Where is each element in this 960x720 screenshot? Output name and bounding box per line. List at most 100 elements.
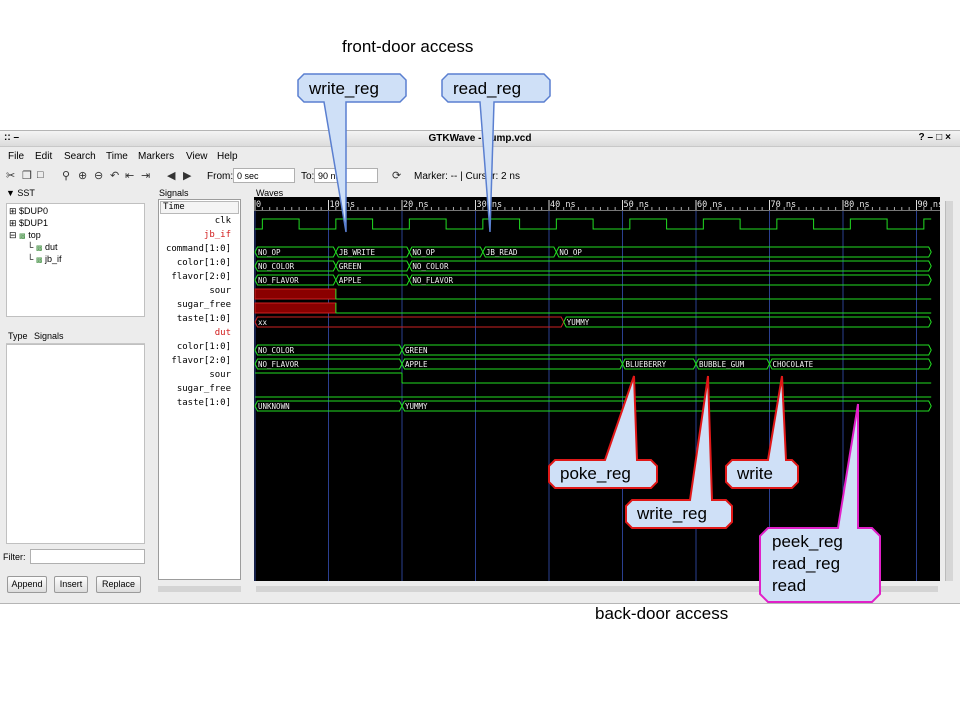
bus-value-label: JB_READ: [486, 248, 518, 257]
from-field[interactable]: [233, 168, 295, 183]
signals-header: Signals: [159, 188, 189, 198]
window-controls-icon[interactable]: ?–□×: [918, 132, 954, 143]
tree-item-dup0[interactable]: ⊞ $DUP0: [9, 206, 48, 217]
callout-label: peek_reg: [772, 532, 843, 551]
bus-value-label: APPLE: [405, 360, 428, 369]
paste-icon[interactable]: □: [37, 169, 44, 181]
page-left-icon[interactable]: ◀: [167, 169, 175, 182]
type-column-header[interactable]: Type: [8, 331, 28, 341]
tree-item-label: top: [28, 230, 41, 240]
time-ruler-label: 90 ns: [918, 200, 941, 210]
time-ruler-label: 50 ns: [624, 200, 650, 210]
signal-name[interactable]: taste[1:0]: [177, 398, 231, 409]
tree-item-label: $DUP1: [19, 218, 49, 228]
signal-name[interactable]: sour: [209, 370, 231, 381]
bus-value-label: NO_OP: [559, 248, 582, 257]
zoom-in-icon[interactable]: ⊕: [78, 169, 87, 182]
menu-help[interactable]: Help: [217, 151, 238, 162]
bit-segment-undefined: [254, 302, 337, 314]
bus-value-label: NO_COLOR: [412, 262, 449, 271]
bus-value-label: NO_COLOR: [258, 262, 295, 271]
bus-value-label: BUBBLE_GUM: [699, 360, 745, 369]
menu-markers[interactable]: Markers: [138, 151, 174, 162]
callout-label: read_reg: [453, 79, 522, 98]
type-signals-list[interactable]: [6, 344, 145, 544]
callout-label: write_reg: [637, 504, 707, 523]
sst-tree: ⊞ $DUP0 ⊞ $DUP1 ⊟ ▩ top └ ▩ dut └ ▩ jb_i…: [6, 203, 145, 317]
sst-header-label: SST: [17, 188, 35, 198]
signals-horizontal-scrollbar[interactable]: [158, 586, 241, 592]
tree-item-jb-if[interactable]: └ ▩ jb_if: [27, 254, 62, 264]
signal-group-jb-if[interactable]: jb_if: [204, 230, 231, 241]
time-ruler-label: 0: [256, 200, 261, 210]
menu-file[interactable]: File: [8, 151, 24, 162]
bus-value-label: NO_FLAVOR: [258, 276, 299, 285]
zoom-fit-icon[interactable]: ⚲: [62, 169, 70, 182]
bus-value-label: GREEN: [339, 262, 362, 271]
time-ruler-label: 70 ns: [771, 200, 797, 210]
undo-zoom-icon[interactable]: ↶: [110, 169, 119, 182]
page-right-icon[interactable]: ▶: [183, 169, 191, 182]
tree-item-dut[interactable]: └ ▩ dut: [27, 242, 58, 252]
bus-value-label: NO_FLAVOR: [258, 360, 299, 369]
time-row-label: Time: [160, 201, 239, 214]
callout-label: read: [772, 576, 807, 595]
bus-value-label: NO_COLOR: [258, 346, 295, 355]
bus-value-label: APPLE: [339, 276, 362, 285]
signal-name[interactable]: sour: [209, 286, 231, 297]
callout-label: read_reg: [772, 554, 841, 573]
zoom-out-icon[interactable]: ⊖: [94, 169, 103, 182]
signal-name[interactable]: sugar_free: [177, 384, 231, 395]
signals-column-header[interactable]: Signals: [34, 331, 64, 341]
signal-name[interactable]: clk: [215, 216, 231, 227]
signal-name[interactable]: flavor[2:0]: [171, 272, 231, 283]
menu-view[interactable]: View: [186, 151, 208, 162]
menu-search[interactable]: Search: [64, 151, 96, 162]
replace-button[interactable]: Replace: [96, 576, 141, 593]
waves-vertical-scrollbar[interactable]: [945, 201, 953, 581]
bus-value-label: YUMMY: [567, 318, 590, 327]
goto-end-icon[interactable]: ⇥: [141, 169, 150, 182]
cut-icon[interactable]: ✂: [6, 169, 15, 182]
tree-item-top[interactable]: ⊟ ▩ top: [9, 230, 41, 241]
bus-value-label: YUMMY: [405, 402, 428, 411]
signal-name[interactable]: command[1:0]: [166, 244, 231, 255]
bus-value-label: CHOCOLATE: [773, 360, 814, 369]
module-icon: ▩: [35, 257, 43, 264]
bit-segment-undefined: [254, 288, 337, 300]
bus-value-label: NO_FLAVOR: [412, 276, 453, 285]
signal-name[interactable]: flavor[2:0]: [171, 356, 231, 367]
bus-value-label: JB_WRITE: [339, 248, 376, 257]
filter-label: Filter:: [3, 552, 26, 562]
callout-label: write_reg: [309, 79, 379, 98]
type-signals-header: Type Signals: [6, 329, 145, 344]
signal-name[interactable]: taste[1:0]: [177, 314, 231, 325]
module-icon: ▩: [35, 245, 43, 252]
goto-start-icon[interactable]: ⇤: [125, 169, 134, 182]
sst-header[interactable]: ▼ SST: [6, 188, 35, 198]
time-ruler-label: 60 ns: [697, 200, 723, 210]
signal-name[interactable]: sugar_free: [177, 300, 231, 311]
from-label: From:: [207, 171, 234, 182]
menu-edit[interactable]: Edit: [35, 151, 52, 162]
time-ruler-label: 40 ns: [550, 200, 576, 210]
back-door-label: back-door access: [595, 604, 729, 623]
bus-value-label: xx: [258, 318, 268, 327]
copy-icon[interactable]: ❐: [22, 169, 32, 182]
tree-item-label: $DUP0: [19, 206, 49, 216]
signal-group-dut[interactable]: dut: [215, 328, 231, 339]
signal-name[interactable]: color[1:0]: [177, 258, 231, 269]
insert-button[interactable]: Insert: [54, 576, 88, 593]
filter-input[interactable]: [30, 549, 145, 564]
module-icon: ▩: [19, 233, 26, 240]
menu-time[interactable]: Time: [106, 151, 128, 162]
time-ruler-label: 80 ns: [844, 200, 870, 210]
tree-item-label: jb_if: [45, 254, 62, 264]
front-door-label: front-door access: [342, 37, 474, 56]
signals-pane: Time clk jb_if command[1:0] color[1:0] flavo…: [158, 199, 241, 580]
tree-item-dup1[interactable]: ⊞ $DUP1: [9, 218, 48, 229]
bus-value-label: UNKNOWN: [258, 402, 290, 411]
signal-name[interactable]: color[1:0]: [177, 342, 231, 353]
bus-value-label: NO_OP: [258, 248, 281, 257]
append-button[interactable]: Append: [7, 576, 47, 593]
